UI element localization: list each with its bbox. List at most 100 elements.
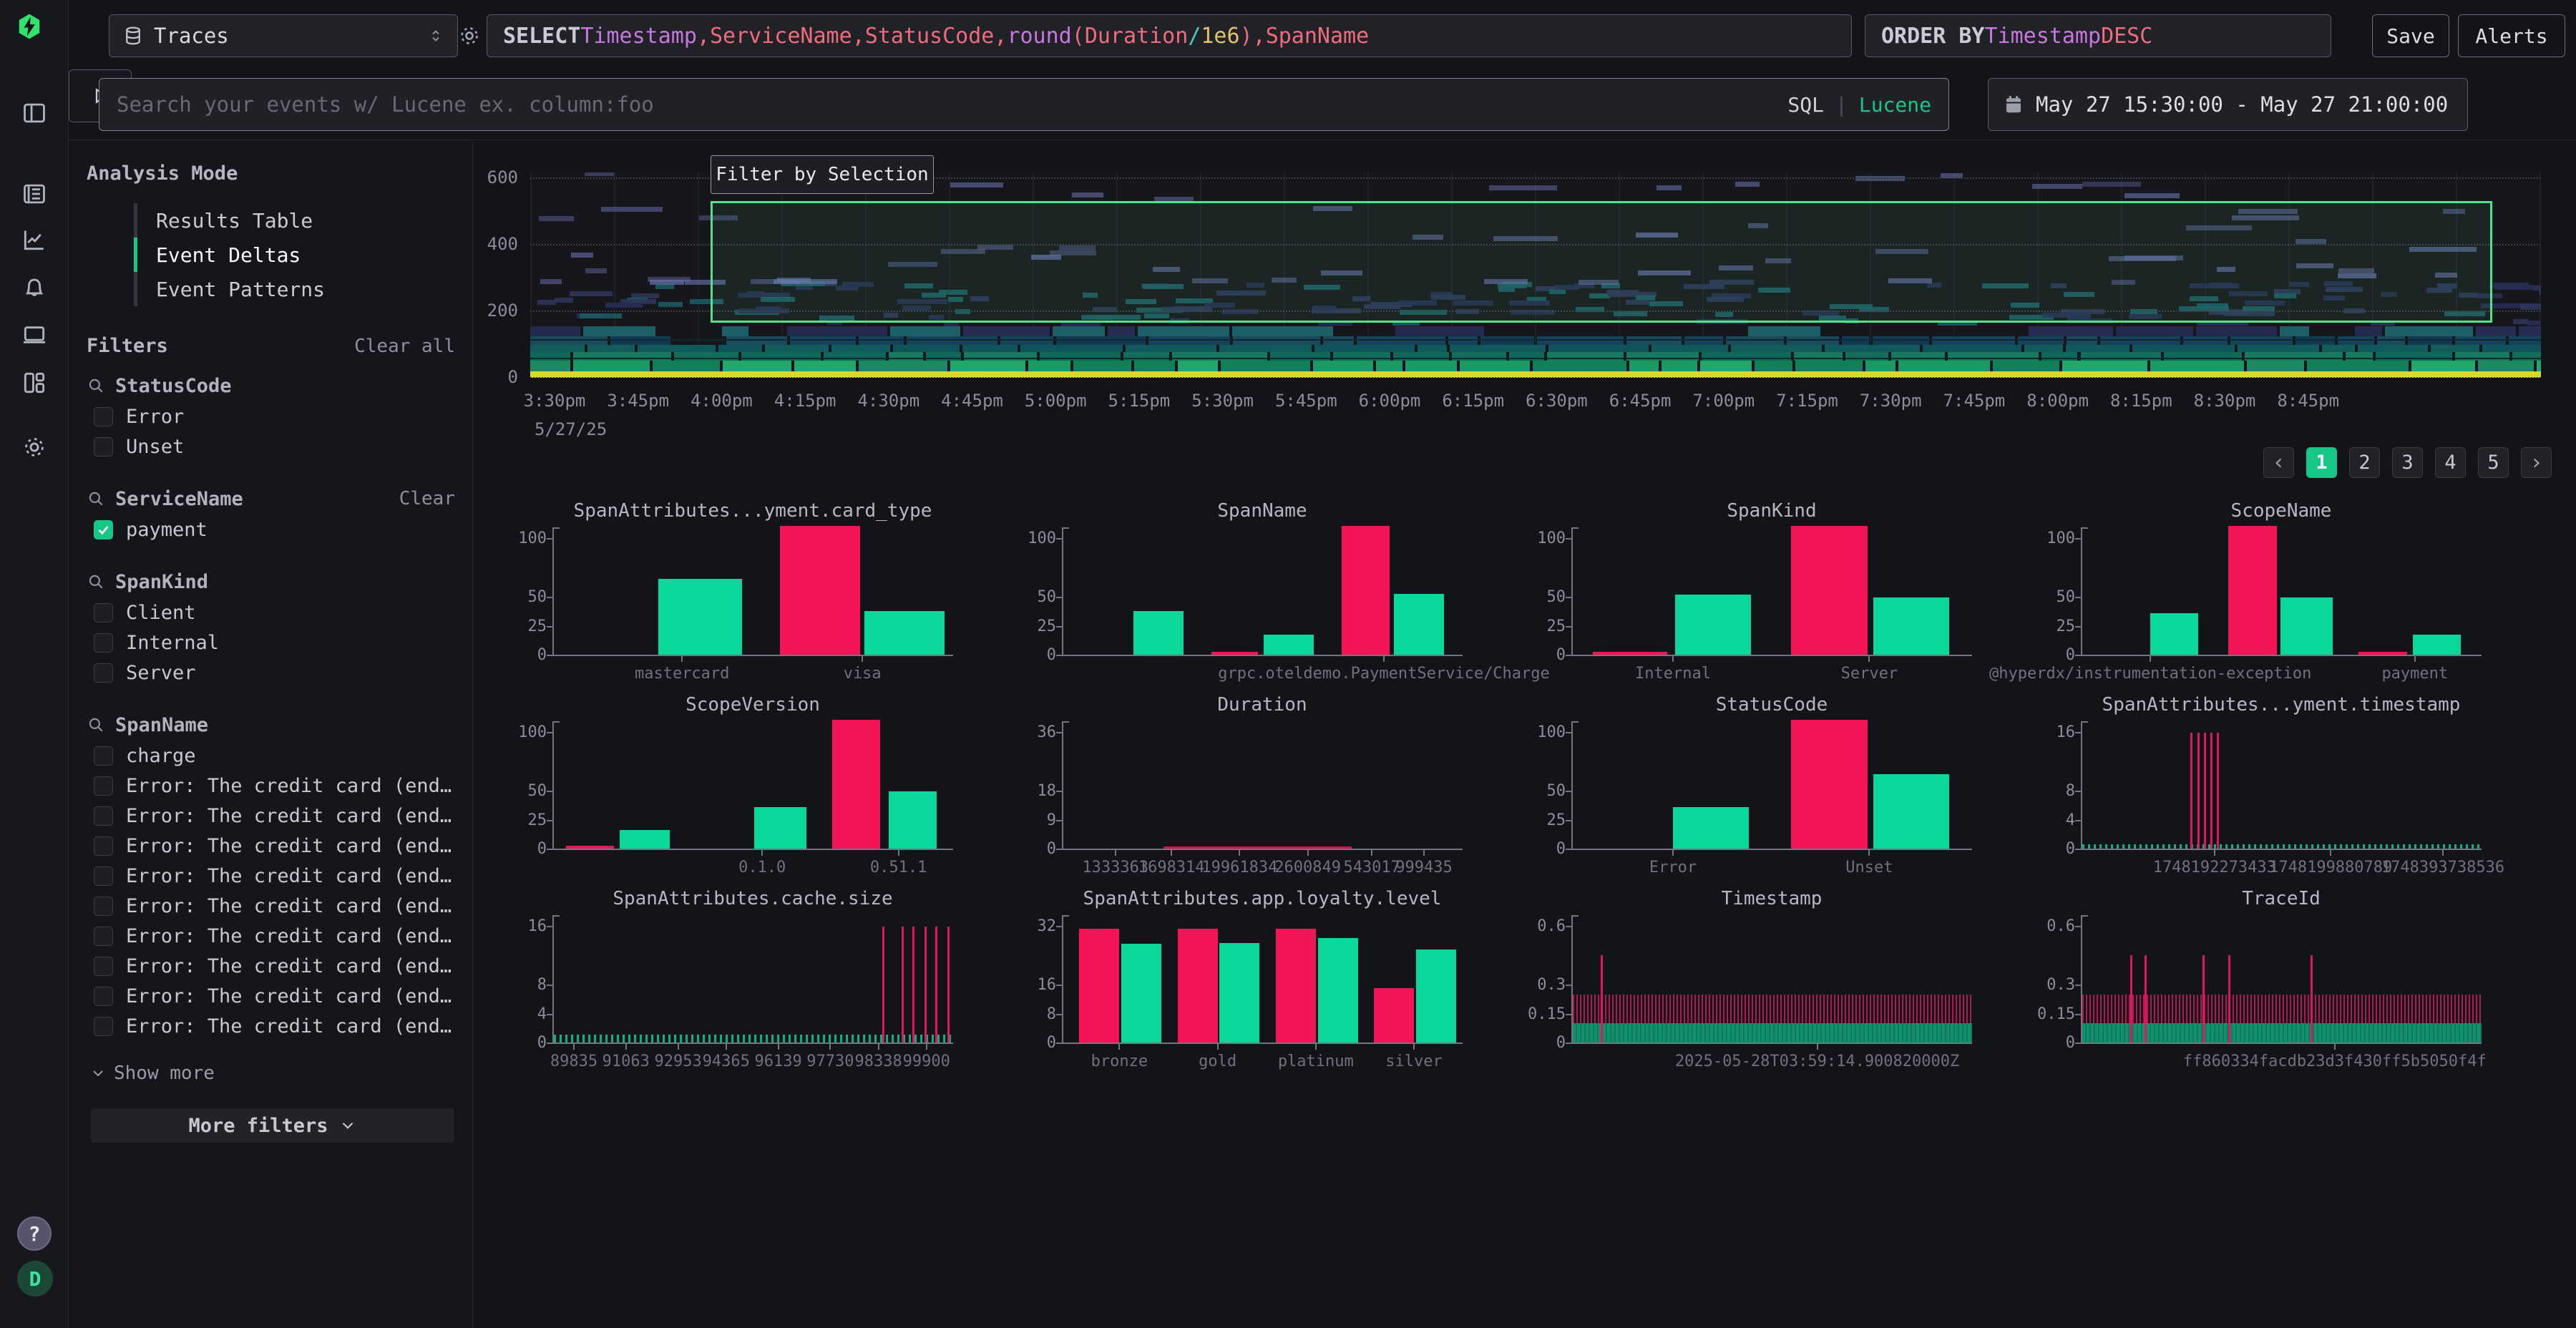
analysis-mode-item[interactable]: Results Table	[134, 203, 455, 238]
save-button[interactable]: Save	[2372, 14, 2449, 57]
page-button[interactable]: 1	[2306, 447, 2337, 478]
filter-option[interactable]: Internal	[87, 628, 455, 658]
checkbox-unchecked[interactable]	[94, 407, 113, 426]
heat-cell	[1333, 352, 1390, 361]
prev-page-button[interactable]: ‹	[2263, 447, 2294, 478]
sql-select-input[interactable]: SELECT Timestamp,ServiceName,StatusCode,…	[487, 14, 1852, 57]
checkbox-unchecked[interactable]	[94, 746, 113, 766]
checkbox-unchecked[interactable]	[94, 776, 113, 796]
checkbox-unchecked[interactable]	[94, 866, 113, 886]
axis-cap	[2081, 527, 2088, 529]
sessions-monitor-icon[interactable]	[17, 318, 52, 352]
next-page-button[interactable]: ›	[2521, 447, 2552, 478]
alerts-bell-icon[interactable]	[17, 270, 52, 305]
order-by-input[interactable]: ORDER BY Timestamp DESC	[1865, 14, 2331, 57]
checkbox-unchecked[interactable]	[94, 927, 113, 946]
page-button[interactable]: 2	[2349, 447, 2380, 478]
checkbox-unchecked[interactable]	[94, 897, 113, 916]
checkbox-unchecked[interactable]	[94, 836, 113, 856]
delta-chart-plot[interactable]: 100502500.1.00.51.1	[552, 721, 953, 850]
outlier-spike	[924, 927, 927, 1043]
heatmap-plot-area[interactable]	[530, 172, 2541, 378]
sidebar-toggle-icon[interactable]	[17, 96, 52, 130]
x-axis-tick-label: 1748192273433	[2153, 859, 2276, 877]
delta-chart-plot[interactable]: 10050250@hyperdx/instrumentation-excepti…	[2081, 527, 2482, 656]
checkbox-unchecked[interactable]	[94, 957, 113, 976]
x-axis-tick-label: 7:00pm	[1692, 391, 1755, 411]
filter-option[interactable]: Client	[87, 597, 455, 628]
filter-option[interactable]: Error: The credit card (end…	[87, 801, 455, 831]
filter-by-selection-tooltip[interactable]: Filter by Selection	[711, 155, 934, 194]
settings-gear-icon[interactable]	[17, 430, 52, 464]
page-button[interactable]: 5	[2478, 447, 2509, 478]
checkbox-unchecked[interactable]	[94, 603, 113, 622]
delta-chart-plot[interactable]: 10050250mastercardvisa	[552, 527, 953, 656]
filter-option[interactable]: Server	[87, 658, 455, 688]
delta-chart-plot[interactable]: 0.60.30.1502025-05-28T03:59:14.900820000…	[1571, 915, 1972, 1044]
checkbox-unchecked[interactable]	[94, 806, 113, 826]
checkbox-unchecked[interactable]	[94, 1017, 113, 1036]
search-icon	[87, 376, 105, 395]
filter-option[interactable]: Error: The credit card (end…	[87, 771, 455, 801]
y-axis-tick-label: 100	[518, 529, 547, 547]
delta-chart-plot[interactable]: 0.60.30.150ff860334facdb23d3f430ff5b5050…	[2081, 915, 2482, 1044]
analysis-mode-item[interactable]: Event Patterns	[134, 272, 455, 306]
dashboards-grid-icon[interactable]	[17, 366, 52, 400]
y-axis-tick	[1566, 1014, 1571, 1015]
source-select[interactable]: Traces	[109, 14, 458, 57]
filter-option[interactable]: Error: The credit card (end…	[87, 951, 455, 981]
y-axis-tick-label: 400	[475, 234, 518, 254]
checkbox-unchecked[interactable]	[94, 633, 113, 653]
heat-cell	[2513, 319, 2527, 324]
heat-cell	[2537, 361, 2541, 371]
filter-option[interactable]: Error: The credit card (end…	[87, 921, 455, 951]
checkbox-unchecked[interactable]	[94, 663, 113, 683]
chart-explorer-icon[interactable]	[17, 223, 52, 257]
show-more-link[interactable]: Show more	[89, 1063, 455, 1084]
sql-toggle[interactable]: SQL	[1787, 93, 1824, 117]
checkbox-checked[interactable]	[94, 520, 113, 540]
heat-cell	[1726, 336, 1784, 345]
user-avatar[interactable]: D	[17, 1261, 53, 1297]
delta-segment	[1163, 846, 1352, 849]
heat-cell	[1891, 352, 1945, 361]
filter-option[interactable]: Error: The credit card (end…	[87, 1011, 455, 1041]
delta-chart-plot[interactable]: 3618901333363169831419961834260084954301…	[1062, 721, 1463, 850]
help-button[interactable]: ?	[17, 1216, 52, 1251]
page-button[interactable]: 3	[2392, 447, 2423, 478]
checkbox-unchecked[interactable]	[94, 437, 113, 456]
filter-option[interactable]: Error	[87, 401, 455, 431]
lucene-toggle[interactable]: Lucene	[1859, 93, 1931, 117]
date-range-picker[interactable]: May 27 15:30:00 - May 27 21:00:00	[1988, 78, 2468, 131]
y-axis-tick	[1056, 732, 1062, 733]
filter-option[interactable]: charge	[87, 741, 455, 771]
filter-option[interactable]: Error: The credit card (end…	[87, 831, 455, 861]
axis-cap	[552, 915, 560, 917]
x-axis-tick-label: 543017	[1343, 859, 1400, 877]
filter-option[interactable]: Unset	[87, 431, 455, 462]
axis-cap	[2081, 721, 2088, 723]
delta-chart-plot[interactable]: 321680bronzegoldplatinumsilver	[1062, 915, 1463, 1044]
page-button[interactable]: 4	[2435, 447, 2466, 478]
delta-chart-plot[interactable]: 10050250InternalServer	[1571, 527, 1972, 656]
delta-chart-plot[interactable]: 10050250ErrorUnset	[1571, 721, 1972, 850]
filter-option[interactable]: Error: The credit card (end…	[87, 891, 455, 921]
filter-group-clear-link[interactable]: Clear	[399, 488, 455, 509]
more-filters-button[interactable]: More filters	[91, 1108, 454, 1143]
filter-option[interactable]: Error: The credit card (end…	[87, 861, 455, 891]
checkbox-unchecked[interactable]	[94, 987, 113, 1006]
search-logs-icon[interactable]	[17, 177, 52, 211]
hyperdx-logo-icon[interactable]	[16, 13, 53, 50]
delta-chart-plot[interactable]: 1684017481922734331748199880789174839373…	[2081, 721, 2482, 850]
search-input[interactable]	[117, 92, 1787, 117]
analysis-mode-item[interactable]: Event Deltas	[134, 238, 455, 272]
delta-chart-plot[interactable]: 10050250grpc.oteldemo.PaymentService/Cha…	[1062, 527, 1463, 656]
filter-option[interactable]: Error: The credit card (end…	[87, 981, 455, 1011]
delta-chart-plot[interactable]: 1684089835910639295394365961399773098338…	[552, 915, 953, 1044]
outlier-spike	[2311, 955, 2313, 1043]
time-selection-box[interactable]	[711, 201, 2492, 323]
source-settings-gear-icon[interactable]	[454, 20, 485, 52]
filter-option[interactable]: payment	[87, 514, 455, 545]
clear-all-filters-link[interactable]: Clear all	[354, 336, 455, 357]
alerts-button[interactable]: Alerts	[2458, 14, 2565, 57]
